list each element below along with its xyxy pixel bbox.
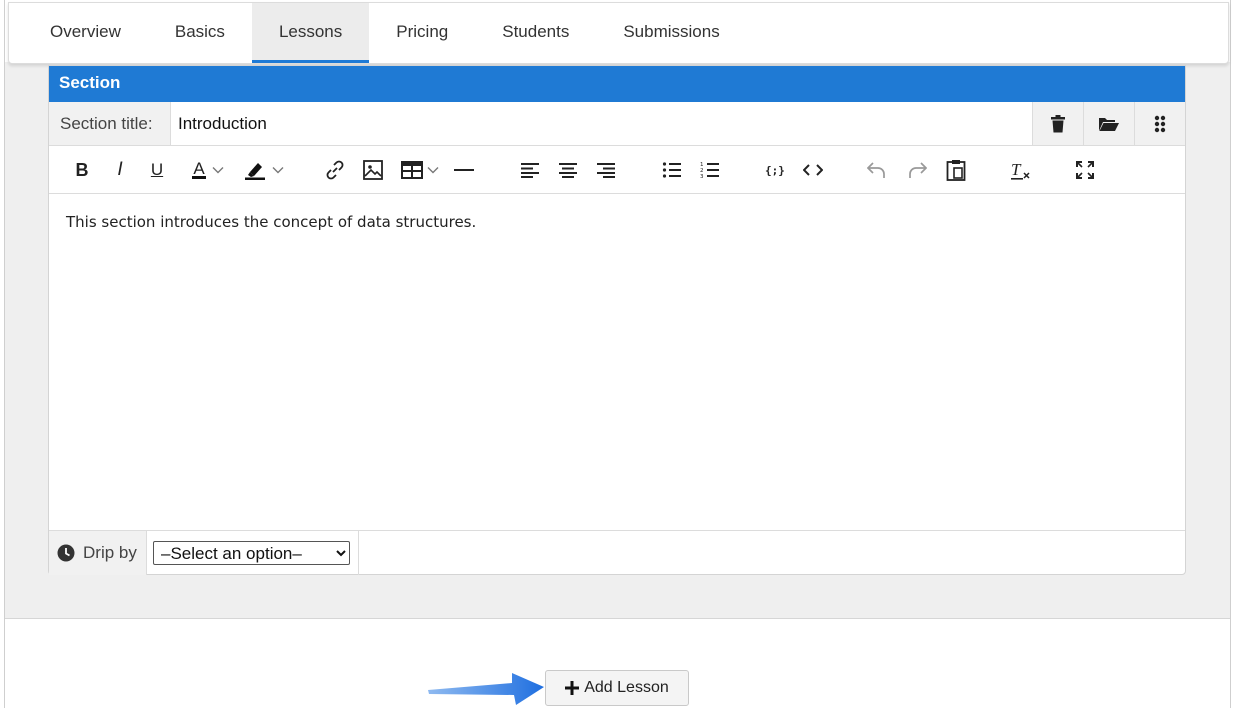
tab-pricing[interactable]: Pricing <box>369 3 475 63</box>
tab-overview[interactable]: Overview <box>23 3 148 63</box>
tab-submissions[interactable]: Submissions <box>596 3 746 63</box>
drag-section-handle[interactable] <box>1134 102 1185 145</box>
pointer-arrow-icon <box>428 673 544 705</box>
chevron-down-icon <box>427 167 439 174</box>
horizontal-rule-button[interactable] <box>453 158 475 182</box>
tab-students[interactable]: Students <box>475 3 596 63</box>
horizontal-rule-icon <box>454 169 474 171</box>
text-color-button[interactable]: A <box>185 158 231 182</box>
clear-format-icon: T <box>1011 160 1030 180</box>
chevron-down-icon <box>272 167 284 174</box>
code-block-button[interactable]: {;} <box>763 158 787 182</box>
numbered-list-button[interactable]: 123 <box>699 158 721 182</box>
bullet-list-button[interactable] <box>661 158 683 182</box>
highlighter-icon <box>245 163 265 180</box>
chevron-down-icon <box>212 167 224 174</box>
clock-icon <box>57 544 75 562</box>
drip-select-cell: –Select an option– <box>147 531 359 575</box>
clear-format-button[interactable]: T <box>1009 158 1033 182</box>
section-title-input[interactable] <box>171 102 1032 145</box>
folder-open-icon <box>1099 117 1119 131</box>
table-icon <box>401 161 423 179</box>
section-title-label: Section title: <box>49 102 171 145</box>
align-center-button[interactable] <box>557 158 579 182</box>
section-card: Section Section title: B I U A <box>48 65 1186 575</box>
source-code-icon <box>803 164 823 176</box>
svg-text:3: 3 <box>700 174 704 179</box>
tab-lessons[interactable]: Lessons <box>251 3 370 63</box>
image-icon <box>363 160 383 180</box>
align-left-button[interactable] <box>519 158 541 182</box>
plus-icon <box>565 681 580 695</box>
bold-button[interactable]: B <box>73 158 91 182</box>
text-color-label: A <box>192 159 206 179</box>
align-left-icon <box>521 163 539 178</box>
svg-text:T: T <box>1011 160 1022 179</box>
insert-image-button[interactable] <box>361 158 385 182</box>
drip-label: Drip by <box>83 543 137 562</box>
fullscreen-button[interactable] <box>1073 158 1097 182</box>
redo-button[interactable] <box>905 158 929 182</box>
tab-bar: Overview Basics Lessons Pricing Students… <box>8 2 1229 64</box>
section-title-row: Section title: <box>49 102 1185 146</box>
drip-label-cell: Drip by <box>49 531 147 575</box>
underline-label: U <box>150 160 164 179</box>
code-block-icon: {;} <box>765 164 785 177</box>
underline-button[interactable]: U <box>147 158 167 182</box>
redo-icon <box>909 162 927 178</box>
svg-text:{;}: {;} <box>765 164 785 177</box>
editor-toolbar: B I U A 1 2 3 {;} T <box>49 146 1185 194</box>
open-section-button[interactable] <box>1083 102 1134 145</box>
bullet-list-icon <box>662 162 681 178</box>
fullscreen-icon <box>1076 161 1094 179</box>
delete-section-button[interactable] <box>1032 102 1083 145</box>
paste-icon <box>946 160 966 181</box>
italic-button[interactable]: I <box>111 158 129 182</box>
trash-icon <box>1051 114 1065 132</box>
source-code-button[interactable] <box>801 158 825 182</box>
editor-paragraph: This section introduces the concept of d… <box>66 213 477 231</box>
tab-basics[interactable]: Basics <box>148 3 252 63</box>
highlight-color-button[interactable] <box>240 158 288 182</box>
add-lesson-button[interactable]: Add Lesson <box>545 670 689 706</box>
align-center-icon <box>559 163 577 178</box>
undo-button[interactable] <box>865 158 889 182</box>
drip-row: Drip by –Select an option– <box>49 530 1185 575</box>
drag-handle-icon <box>1154 115 1166 132</box>
insert-link-button[interactable] <box>323 158 347 182</box>
link-icon <box>326 160 344 180</box>
add-lesson-label: Add Lesson <box>584 679 669 696</box>
editor-content[interactable]: This section introduces the concept of d… <box>49 194 1185 530</box>
section-header: Section <box>49 66 1185 102</box>
drip-select[interactable]: –Select an option– <box>153 541 350 565</box>
align-right-button[interactable] <box>595 158 617 182</box>
insert-table-button[interactable] <box>399 158 441 182</box>
align-right-icon <box>597 163 615 178</box>
paste-button[interactable] <box>944 158 968 182</box>
numbered-list-icon: 123 <box>700 162 719 179</box>
undo-icon <box>867 162 885 178</box>
